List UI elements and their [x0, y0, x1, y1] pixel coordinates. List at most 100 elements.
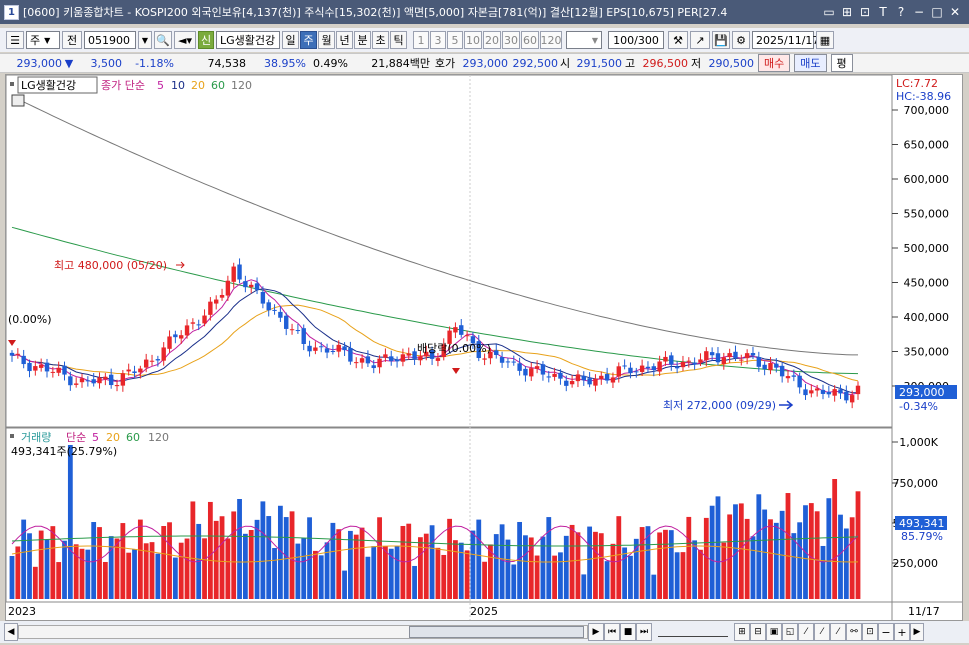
stock-code-input[interactable]: 051900 [84, 31, 136, 49]
zoom-out-icon[interactable]: ⊟ [750, 623, 766, 641]
volume-bar [674, 552, 680, 599]
volume-bar [38, 530, 44, 599]
minus-icon[interactable]: − [878, 623, 894, 641]
volume-bar [546, 517, 552, 599]
tab-weekly[interactable]: 주 [300, 31, 317, 49]
prev-button[interactable]: 전 [62, 31, 82, 49]
tab-yearly[interactable]: 년 [336, 31, 353, 49]
scroll-track[interactable] [18, 625, 588, 639]
link-icon[interactable]: ⚯ [846, 623, 862, 641]
speed-slider[interactable] [658, 627, 728, 637]
volume-bar [184, 538, 190, 599]
pin-icon[interactable]: ⊞ [839, 4, 855, 20]
restore-icon[interactable]: ▭ [821, 4, 837, 20]
scroll-thumb[interactable] [409, 626, 584, 638]
line-tool-icon-2[interactable]: ⁄ [814, 623, 830, 641]
high-annotation: 최고 480,000 (05/20) [54, 259, 167, 272]
volume-bar [756, 494, 762, 599]
maximize-icon[interactable]: □ [929, 4, 945, 20]
line-tool-icon[interactable]: ⁄ [798, 623, 814, 641]
help-icon[interactable]: ? [893, 4, 909, 20]
interval-button[interactable]: 1 [413, 31, 429, 49]
code-dropdown-button[interactable]: ▼ [138, 31, 152, 49]
plus-icon[interactable]: + [894, 623, 910, 641]
y-tick-label: 700,000 [904, 104, 950, 117]
lc-label: LC:7.72 [896, 77, 938, 90]
speaker-icon[interactable]: ◄▾ [174, 31, 196, 49]
tab-minute[interactable]: 분 [354, 31, 371, 49]
calendar-icon[interactable]: ▦ [816, 31, 834, 49]
candle-body [540, 364, 546, 375]
volume-bar [365, 556, 371, 599]
volume-bar [476, 519, 482, 599]
market-select[interactable]: 주 ▼ [26, 31, 60, 49]
stop-icon[interactable]: ■ [620, 623, 636, 641]
tool-icon[interactable]: ▣ [766, 623, 782, 641]
buy-button[interactable]: 매수 [758, 54, 791, 72]
chart-tools-icon[interactable]: ⚒ [668, 31, 688, 49]
interval-button[interactable]: 5 [447, 31, 463, 49]
open-label: 시 [559, 57, 571, 70]
play-icon[interactable]: ▶ [588, 623, 604, 641]
scroll-left-icon[interactable]: ◀ [4, 623, 18, 641]
interval-button[interactable]: 120 [540, 31, 562, 49]
ma-legend-5: 5 [157, 79, 164, 92]
search-icon[interactable]: 🔍 [154, 31, 172, 49]
y-tick-label: 550,000 [904, 208, 950, 221]
eval-button[interactable]: 평 [830, 54, 853, 72]
interval-button[interactable]: 30 [502, 31, 520, 49]
tab-second[interactable]: 초 [372, 31, 389, 49]
interval-button[interactable]: 20 [483, 31, 501, 49]
candle-body [307, 345, 312, 352]
volume-bar [855, 491, 861, 599]
volume-bar [9, 556, 15, 599]
volume-bar [318, 555, 324, 599]
interval-button[interactable]: 60 [521, 31, 539, 49]
split-icon[interactable]: ⊡ [857, 4, 873, 20]
hint-icon[interactable]: T [875, 4, 891, 20]
draw-icon[interactable]: ↗ [690, 31, 710, 49]
volume-bar [79, 548, 85, 599]
volume-bar [709, 505, 715, 599]
rewind-icon[interactable]: ⏮ [604, 623, 620, 641]
forward-icon[interactable]: ⏭ [636, 623, 652, 641]
stock-name-field[interactable]: LG생활건강 [216, 31, 280, 49]
line-tool-icon-3[interactable]: ⁄ [830, 623, 846, 641]
date-input[interactable]: 2025/11/17 [752, 31, 819, 49]
save-icon[interactable]: 💾 [712, 31, 730, 49]
zoom-in-icon[interactable]: ⊞ [734, 623, 750, 641]
sell-button[interactable]: 매도 [794, 54, 827, 72]
close-icon[interactable]: ✕ [947, 4, 963, 20]
candle-body [529, 368, 534, 377]
volume-bar [791, 533, 797, 599]
tab-tick[interactable]: 틱 [390, 31, 407, 49]
candle-body [190, 322, 196, 324]
candle-body [15, 353, 21, 355]
candle-body [645, 366, 651, 369]
current-percent-tag: -0.34% [899, 400, 938, 413]
volume-bar [698, 549, 703, 599]
stock-chart[interactable]: 700,000 650,000 600,000 550,000 500,000 450,0… [6, 75, 962, 620]
tab-monthly[interactable]: 월 [318, 31, 335, 49]
volume-bar [563, 535, 569, 599]
tool-icon-2[interactable]: ◱ [782, 623, 798, 641]
chart-area[interactable]: 700,000 650,000 600,000 550,000 500,000 450,0… [5, 74, 963, 621]
candle-body [196, 324, 201, 326]
minimize-icon[interactable]: − [911, 4, 927, 20]
current-price-tag: 293,000 [899, 386, 945, 399]
candle-body [686, 360, 691, 362]
volume-bar [254, 519, 260, 599]
scroll-right-icon[interactable]: ▶ [910, 623, 924, 641]
interval-custom-select[interactable]: ▼ [566, 31, 602, 49]
interval-button[interactable]: 10 [464, 31, 482, 49]
menu-icon[interactable]: ☰ [6, 31, 24, 49]
fit-icon[interactable]: ⊡ [862, 623, 878, 641]
candle-body [482, 358, 487, 360]
candle-body [97, 377, 102, 384]
grid-toggle-icon[interactable] [11, 94, 25, 107]
volume-bar [172, 557, 178, 599]
interval-button[interactable]: 3 [430, 31, 446, 49]
tab-daily[interactable]: 일 [282, 31, 299, 49]
gear-icon[interactable]: ⚙ [732, 31, 750, 49]
display-count-input[interactable]: 100/300 [608, 31, 664, 49]
